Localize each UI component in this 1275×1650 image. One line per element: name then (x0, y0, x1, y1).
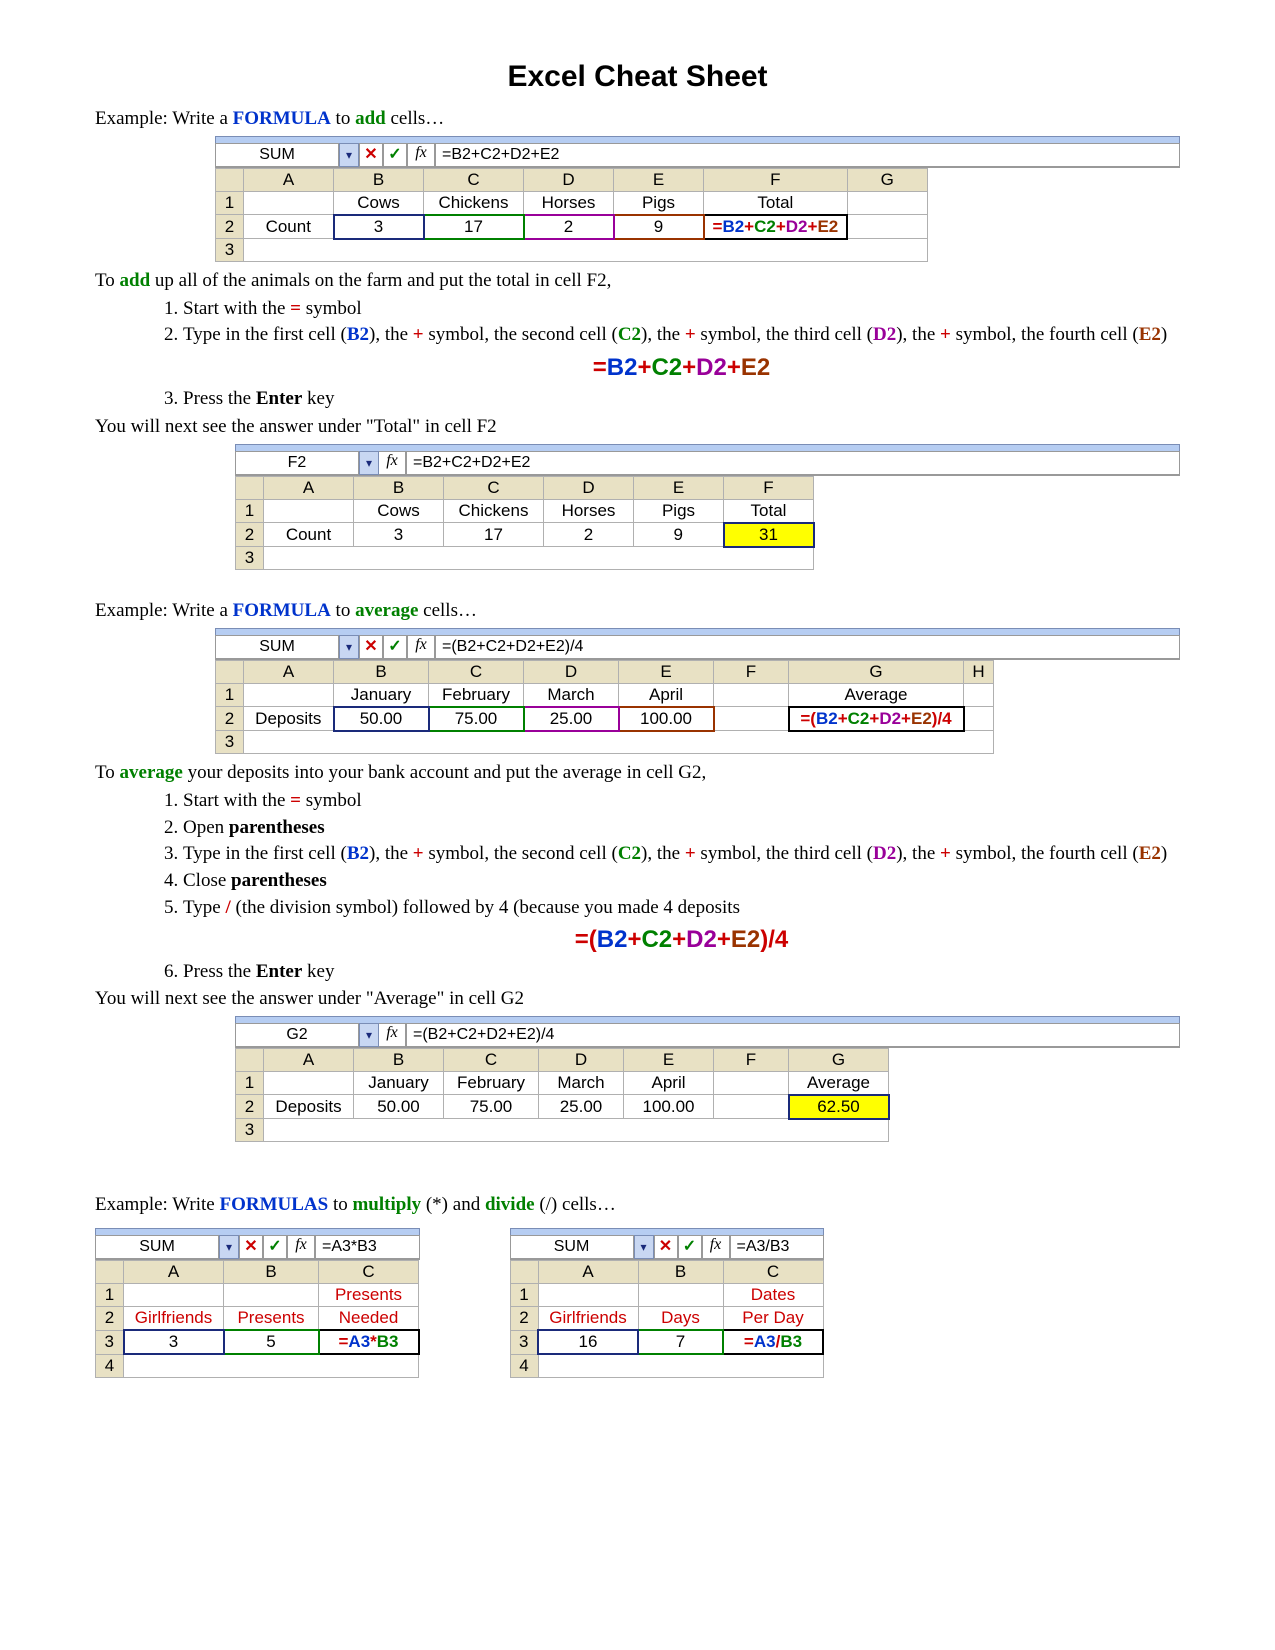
name-box[interactable]: SUM (215, 143, 339, 167)
formula-bar[interactable]: =(B2+C2+D2+E2)/4 (406, 1023, 1180, 1047)
fx-icon[interactable]: fx (407, 635, 435, 659)
ex1-grid[interactable]: A B C D E F G 1 Cows Chickens Horses Pig… (215, 168, 928, 263)
ex1-steps: Start with the = symbol Type in the firs… (155, 296, 1180, 412)
name-box-dropdown-icon[interactable]: ▾ (339, 143, 359, 167)
formula-bar[interactable]: =A3*B3 (315, 1235, 420, 1259)
enter-icon[interactable]: ✓ (263, 1235, 287, 1259)
ex2-sheet-result: G2 ▾ fx =(B2+C2+D2+E2)/4 A B C D E F G 1… (235, 1016, 1180, 1143)
cancel-icon[interactable]: ✕ (239, 1235, 263, 1259)
name-box[interactable]: G2 (235, 1023, 359, 1047)
formula-bar[interactable]: =A3/B3 (730, 1235, 825, 1259)
fx-icon[interactable]: fx (379, 1023, 406, 1047)
ex1-desc: To add up all of the animals on the farm… (95, 268, 1180, 294)
ex1-after: You will next see the answer under "Tota… (95, 414, 1180, 440)
page-title: Excel Cheat Sheet (95, 60, 1180, 94)
ex3-divide-sheet: SUM ▾ ✕ ✓ fx =A3/B3 A B C 1 Dates 2 Girl… (510, 1228, 825, 1378)
name-box-dropdown-icon[interactable]: ▾ (634, 1235, 654, 1259)
ex3-multiply-sheet: SUM ▾ ✕ ✓ fx =A3*B3 A B C 1 Presents 2 G… (95, 1228, 420, 1378)
ex1-formula-big: =B2+C2+D2+E2 (183, 352, 1180, 384)
fx-icon[interactable]: fx (379, 451, 406, 475)
ex2-formula-big: =(B2+C2+D2+E2)/4 (183, 924, 1180, 956)
formula-bar[interactable]: =(B2+C2+D2+E2)/4 (435, 635, 1180, 659)
ex2-grid[interactable]: A B C D E F G H 1 JanuaryFebruaryMarchAp… (215, 660, 994, 755)
ex2-steps: Start with the = symbol Open parentheses… (155, 788, 1180, 984)
ex2-sheet-edit: SUM ▾ ✕ ✓ fx =(B2+C2+D2+E2)/4 A B C D E … (215, 628, 1180, 755)
ex3-mult-grid[interactable]: A B C 1 Presents 2 Girlfriends Presents … (95, 1260, 420, 1378)
name-box-dropdown-icon[interactable]: ▾ (219, 1235, 239, 1259)
formula-bar[interactable]: =B2+C2+D2+E2 (406, 451, 1180, 475)
fx-icon[interactable]: fx (702, 1235, 730, 1259)
ex2-grid-result[interactable]: A B C D E F G 1 JanuaryFebruaryMarchApri… (235, 1048, 890, 1143)
name-box[interactable]: SUM (215, 635, 339, 659)
ex1-grid-result[interactable]: A B C D E F 1 CowsChickensHorsesPigsTota… (235, 476, 815, 571)
formula-bar[interactable]: =B2+C2+D2+E2 (435, 143, 1180, 167)
fx-icon[interactable]: fx (287, 1235, 315, 1259)
fx-icon[interactable]: fx (407, 143, 435, 167)
ex1-intro: Example: Write a FORMULA to add cells… (95, 106, 1180, 132)
name-box[interactable]: F2 (235, 451, 359, 475)
enter-icon[interactable]: ✓ (383, 143, 407, 167)
name-box[interactable]: SUM (510, 1235, 634, 1259)
name-box-dropdown-icon[interactable]: ▾ (359, 1023, 379, 1047)
ex1-sheet-edit: SUM ▾ ✕ ✓ fx =B2+C2+D2+E2 A B C D E F G … (215, 136, 1180, 263)
enter-icon[interactable]: ✓ (678, 1235, 702, 1259)
cancel-icon[interactable]: ✕ (359, 143, 383, 167)
ex1-sheet-result: F2 ▾ fx =B2+C2+D2+E2 A B C D E F 1 CowsC… (235, 444, 1180, 571)
name-box-dropdown-icon[interactable]: ▾ (359, 451, 379, 475)
ex2-desc: To average your deposits into your bank … (95, 760, 1180, 786)
cancel-icon[interactable]: ✕ (654, 1235, 678, 1259)
ex2-after: You will next see the answer under "Aver… (95, 986, 1180, 1012)
name-box-dropdown-icon[interactable]: ▾ (339, 635, 359, 659)
name-box[interactable]: SUM (95, 1235, 219, 1259)
enter-icon[interactable]: ✓ (383, 635, 407, 659)
ex3-intro: Example: Write FORMULAS to multiply (*) … (95, 1192, 1180, 1218)
ex2-intro: Example: Write a FORMULA to average cell… (95, 598, 1180, 624)
ex3-div-grid[interactable]: A B C 1 Dates 2 Girlfriends Days Per Day… (510, 1260, 825, 1378)
cancel-icon[interactable]: ✕ (359, 635, 383, 659)
